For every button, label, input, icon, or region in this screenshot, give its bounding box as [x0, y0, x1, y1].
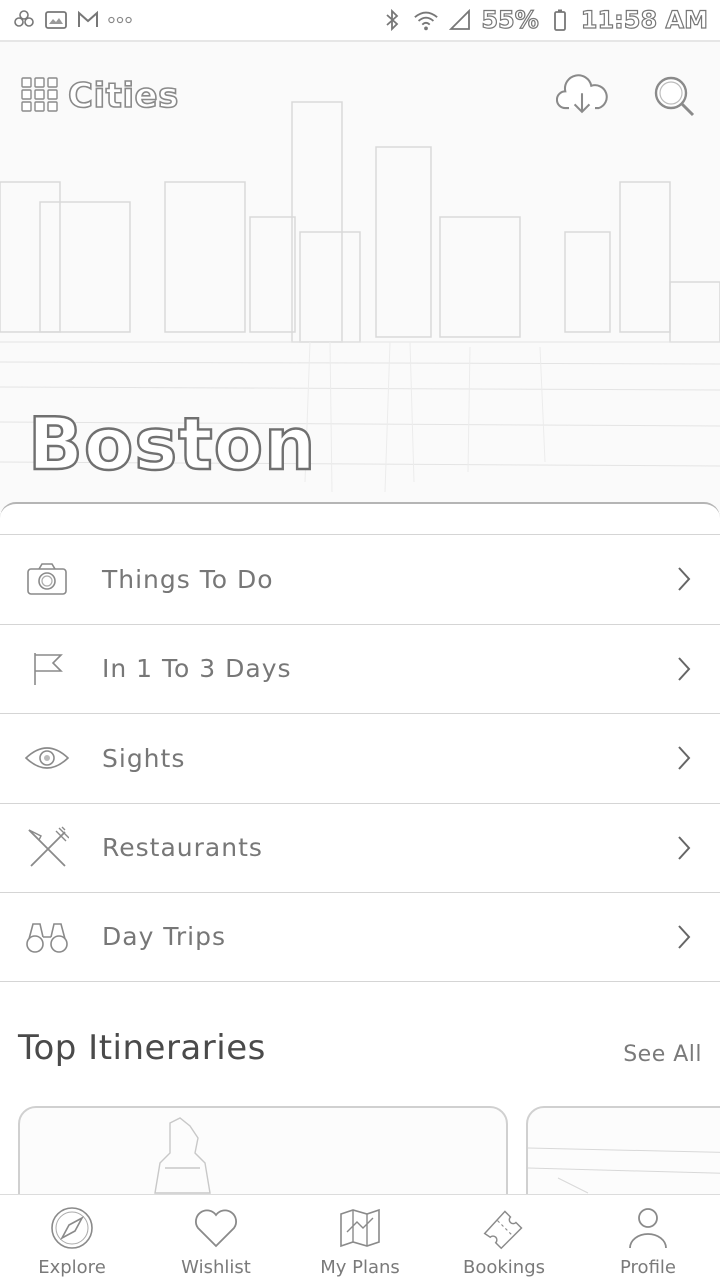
cloud-download-icon[interactable] [556, 70, 608, 122]
menu-item-label: Things To Do [102, 564, 274, 594]
nav-explore[interactable]: Explore [0, 1195, 144, 1280]
bottom-nav: Explore Wishlist My Plans Bookings Profi… [0, 1194, 720, 1280]
status-left-icons [12, 8, 132, 32]
compass-icon [49, 1205, 95, 1251]
nav-label: Bookings [462, 1257, 545, 1278]
grid-menu-icon [20, 76, 62, 116]
battery-icon [547, 7, 573, 33]
page-title: Cities [67, 75, 179, 117]
menu-item-sights[interactable]: Sights [0, 713, 720, 803]
top-bar: Cities [20, 66, 700, 126]
signal-icon [447, 7, 473, 33]
itinerary-carousel [18, 1106, 720, 1226]
menu-item-day-trips[interactable]: Day Trips [0, 892, 720, 982]
battery-percent: 55% [481, 5, 540, 34]
menu-item-label: Restaurants [102, 833, 263, 863]
bluetooth-icon [379, 7, 405, 33]
city-hero: Cities Boston [0, 42, 720, 512]
city-menu: Things To Do In 1 To 3 Days Sights Resta… [0, 534, 720, 982]
heart-icon [193, 1205, 239, 1251]
ticket-icon [481, 1205, 527, 1251]
menu-item-restaurants[interactable]: Restaurants [0, 802, 720, 893]
person-icon [625, 1205, 671, 1251]
status-bar: 55% 11:58 AM [0, 0, 720, 42]
cities-menu[interactable]: Cities [20, 75, 179, 117]
nav-label: Explore [38, 1257, 106, 1278]
nav-label: Wishlist [181, 1257, 251, 1278]
fork-knife-icon [24, 825, 70, 871]
chevron-right-icon [674, 922, 694, 952]
chevron-right-icon [674, 833, 694, 863]
section-title-top-itineraries: Top Itineraries [18, 1028, 266, 1068]
pinwheel-icon [12, 8, 36, 32]
see-all-link[interactable]: See All [623, 1042, 702, 1067]
search-icon[interactable] [648, 70, 700, 122]
nav-label: My Plans [320, 1257, 400, 1278]
binoculars-icon [24, 914, 70, 960]
nav-bookings[interactable]: Bookings [432, 1195, 576, 1280]
status-right: 55% 11:58 AM [379, 5, 709, 35]
eye-icon [24, 735, 70, 781]
chevron-right-icon [674, 654, 694, 684]
wifi-icon [413, 7, 439, 33]
menu-item-label: In 1 To 3 Days [102, 654, 292, 684]
menu-item-in-1-to-3-days[interactable]: In 1 To 3 Days [0, 623, 720, 714]
city-name: Boston [27, 401, 317, 487]
gmail-icon [76, 8, 100, 32]
nav-profile[interactable]: Profile [576, 1195, 720, 1280]
chevron-right-icon [674, 743, 694, 773]
clock: 11:58 AM [580, 5, 708, 34]
nav-label: Profile [620, 1257, 676, 1278]
map-icon [337, 1205, 383, 1251]
flag-icon [24, 646, 70, 692]
menu-item-things-to-do[interactable]: Things To Do [0, 534, 720, 624]
menu-item-label: Day Trips [102, 922, 227, 952]
more-dots-icon [108, 8, 132, 32]
camera-icon [24, 556, 70, 602]
menu-item-label: Sights [102, 743, 186, 773]
chevron-right-icon [674, 564, 694, 594]
nav-wishlist[interactable]: Wishlist [144, 1195, 288, 1280]
image-icon [44, 8, 68, 32]
nav-my-plans[interactable]: My Plans [288, 1195, 432, 1280]
